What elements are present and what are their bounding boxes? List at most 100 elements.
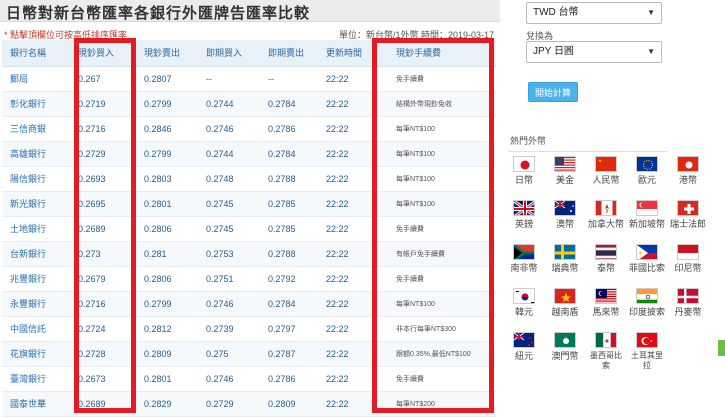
hot-currency-item[interactable]: 菲國比索 xyxy=(628,240,666,284)
hot-currency-label: 南非幣 xyxy=(510,263,538,273)
cell-cash-sell: 0.2799 xyxy=(136,141,198,167)
header-update-time[interactable]: 更新時間 xyxy=(318,40,388,67)
cell-cash-buy: 0.2689 xyxy=(70,216,136,242)
cell-spot-buy: 0.2745 xyxy=(198,191,260,217)
cell-bank[interactable]: 花旗銀行 xyxy=(2,341,70,367)
cell-spot-sell: 0.2784 xyxy=(260,291,318,317)
usa-flag-icon xyxy=(554,156,576,172)
hot-currency-item[interactable]: 韓元 xyxy=(505,284,543,328)
hot-currency-label: 日幣 xyxy=(514,175,533,185)
hot-currency-label: 馬來幣 xyxy=(592,307,620,317)
hot-currency-item[interactable]: 越南盾 xyxy=(546,284,584,328)
hot-currency-item[interactable]: 丹麥幣 xyxy=(669,284,707,328)
to-currency-select[interactable]: JPY 日圓 ▼ xyxy=(526,41,662,63)
hot-currency-item[interactable]: 泰幣 xyxy=(587,240,625,284)
cell-bank[interactable]: 台新銀行 xyxy=(2,241,70,267)
rate-comparison-panel: 日幣對新台幣匯率各銀行外匯牌告匯率比較 * 點擊頂欄位可按高低排序匯率 單位：新… xyxy=(0,0,500,418)
hot-currency-item[interactable]: 墨西哥比索 xyxy=(587,328,625,372)
cell-spot-sell: 0.2786 xyxy=(260,116,318,142)
hot-currency-item[interactable]: 印度披索 xyxy=(628,284,666,328)
cell-cash-fee: 每筆NT$100 xyxy=(388,141,496,167)
cell-cash-sell: 0.2803 xyxy=(136,166,198,192)
hot-currency-item[interactable]: 南非幣 xyxy=(505,240,543,284)
cell-bank[interactable]: 高雄銀行 xyxy=(2,141,70,167)
switzerland-flag-icon xyxy=(677,200,699,216)
hot-currency-item[interactable]: 瑞典幣 xyxy=(546,240,584,284)
cell-bank[interactable]: 彰化銀行 xyxy=(2,91,70,117)
cell-spot-sell: 0.2788 xyxy=(260,166,318,192)
hot-currency-item[interactable]: 紐元 xyxy=(505,328,543,372)
header-spot-buy[interactable]: 即期買入 xyxy=(198,40,260,67)
hong-kong-flag-icon xyxy=(677,156,699,172)
cell-update-time: 22:22 xyxy=(318,141,388,167)
malaysia-flag-icon xyxy=(595,288,617,304)
hot-currency-item[interactable]: 美金 xyxy=(546,152,584,196)
hot-currency-item[interactable]: 澳幣 xyxy=(546,196,584,240)
hot-currency-item[interactable]: 歐元 xyxy=(628,152,666,196)
turkey-flag-icon xyxy=(636,332,658,348)
hot-currencies-title: 熱門外幣 xyxy=(508,134,668,152)
header-spot-sell[interactable]: 即期賣出 xyxy=(260,40,318,67)
cell-cash-buy: 0.2728 xyxy=(70,341,136,367)
cell-update-time: 22:22 xyxy=(318,66,388,92)
cell-cash-sell: 0.2829 xyxy=(136,391,198,417)
cell-bank[interactable]: 土地銀行 xyxy=(2,216,70,242)
cell-cash-buy: 0.2695 xyxy=(70,191,136,217)
hot-currency-item[interactable]: 馬來幣 xyxy=(587,284,625,328)
from-currency-select[interactable]: TWD 台幣 ▼ xyxy=(526,2,662,24)
cell-cash-buy: 0.2724 xyxy=(70,316,136,342)
cell-cash-fee: 有帳戶免手續費 xyxy=(388,241,496,267)
cell-cash-sell: 0.2799 xyxy=(136,91,198,117)
korea-flag-icon xyxy=(513,288,535,304)
hot-currency-item[interactable]: 日幣 xyxy=(505,152,543,196)
cell-spot-buy: 0.2745 xyxy=(198,216,260,242)
hot-currency-item[interactable]: 港幣 xyxy=(669,152,707,196)
table-row: 台新銀行 0.273 0.281 0.2753 0.2788 22:22 有帳戶免手續費 xyxy=(2,241,496,267)
cell-cash-sell: 0.2799 xyxy=(136,291,198,317)
hot-currency-label: 紐元 xyxy=(514,351,533,361)
cell-bank[interactable]: 郵局 xyxy=(2,66,70,92)
hot-currency-item[interactable]: 瑞士法郎 xyxy=(669,196,707,240)
cell-bank[interactable]: 臺灣銀行 xyxy=(2,366,70,392)
chevron-down-icon: ▼ xyxy=(647,47,655,56)
table-row: 永豐銀行 0.2716 0.2799 0.2746 0.2784 22:22 每筆NT$10… xyxy=(2,291,496,317)
cell-cash-fee: 非本行每筆NT$300 xyxy=(388,316,496,342)
hot-currency-label: 英鎊 xyxy=(514,219,533,229)
hot-currency-item[interactable]: 新加坡幣 xyxy=(628,196,666,240)
cell-cash-sell: 0.2807 xyxy=(136,66,198,92)
mexico-flag-icon xyxy=(595,332,617,348)
cell-bank[interactable]: 新光銀行 xyxy=(2,191,70,217)
cell-spot-sell: 0.2809 xyxy=(260,391,318,417)
header-cash-sell[interactable]: 現鈔賣出 xyxy=(136,40,198,67)
cell-bank[interactable]: 國泰世華 xyxy=(2,391,70,417)
indonesia-flag-icon xyxy=(677,244,699,260)
cell-bank[interactable]: 兆豐銀行 xyxy=(2,266,70,292)
hot-currency-label: 澳幣 xyxy=(555,219,574,229)
cell-bank[interactable]: 陽信銀行 xyxy=(2,166,70,192)
hot-currency-item[interactable]: 英鎊 xyxy=(505,196,543,240)
cell-cash-fee: 每筆NT$100 xyxy=(388,116,496,142)
cell-update-time: 22:22 xyxy=(318,291,388,317)
hot-currency-item[interactable]: 人民幣 xyxy=(587,152,625,196)
side-tab[interactable] xyxy=(718,340,725,356)
cell-cash-sell: 0.2809 xyxy=(136,341,198,367)
hot-currency-item[interactable]: 土耳其里拉 xyxy=(628,328,666,372)
cell-cash-buy: 0.2719 xyxy=(70,91,136,117)
chevron-down-icon: ▼ xyxy=(647,8,655,17)
header-cash-buy[interactable]: 現鈔買入 xyxy=(70,40,136,67)
hot-currency-item[interactable]: 澳門幣 xyxy=(546,328,584,372)
hot-currency-item[interactable]: 印尼幣 xyxy=(669,240,707,284)
cell-update-time: 22:22 xyxy=(318,91,388,117)
table-row: 臺灣銀行 0.2673 0.2801 0.2746 0.2786 22:22 免手續費 xyxy=(2,366,496,392)
cell-update-time: 22:22 xyxy=(318,191,388,217)
cell-bank[interactable]: 永豐銀行 xyxy=(2,291,70,317)
table-header-row: 銀行名稱 現鈔買入 現鈔賣出 即期買入 即期賣出 更新時間 現鈔手續費 xyxy=(2,40,496,67)
table-row: 彰化銀行 0.2719 0.2799 0.2744 0.2784 22:22 結構外幣現鈔免… xyxy=(2,91,496,117)
start-calc-button[interactable]: 開始計算 xyxy=(528,82,578,102)
hot-currency-item[interactable]: 加拿大幣 xyxy=(587,196,625,240)
header-cash-fee[interactable]: 現鈔手續費 xyxy=(388,40,496,67)
cell-cash-sell: 0.2801 xyxy=(136,366,198,392)
cell-bank[interactable]: 三信商銀 xyxy=(2,116,70,142)
header-bank-name[interactable]: 銀行名稱 xyxy=(2,40,70,67)
cell-bank[interactable]: 中國信託 xyxy=(2,316,70,342)
